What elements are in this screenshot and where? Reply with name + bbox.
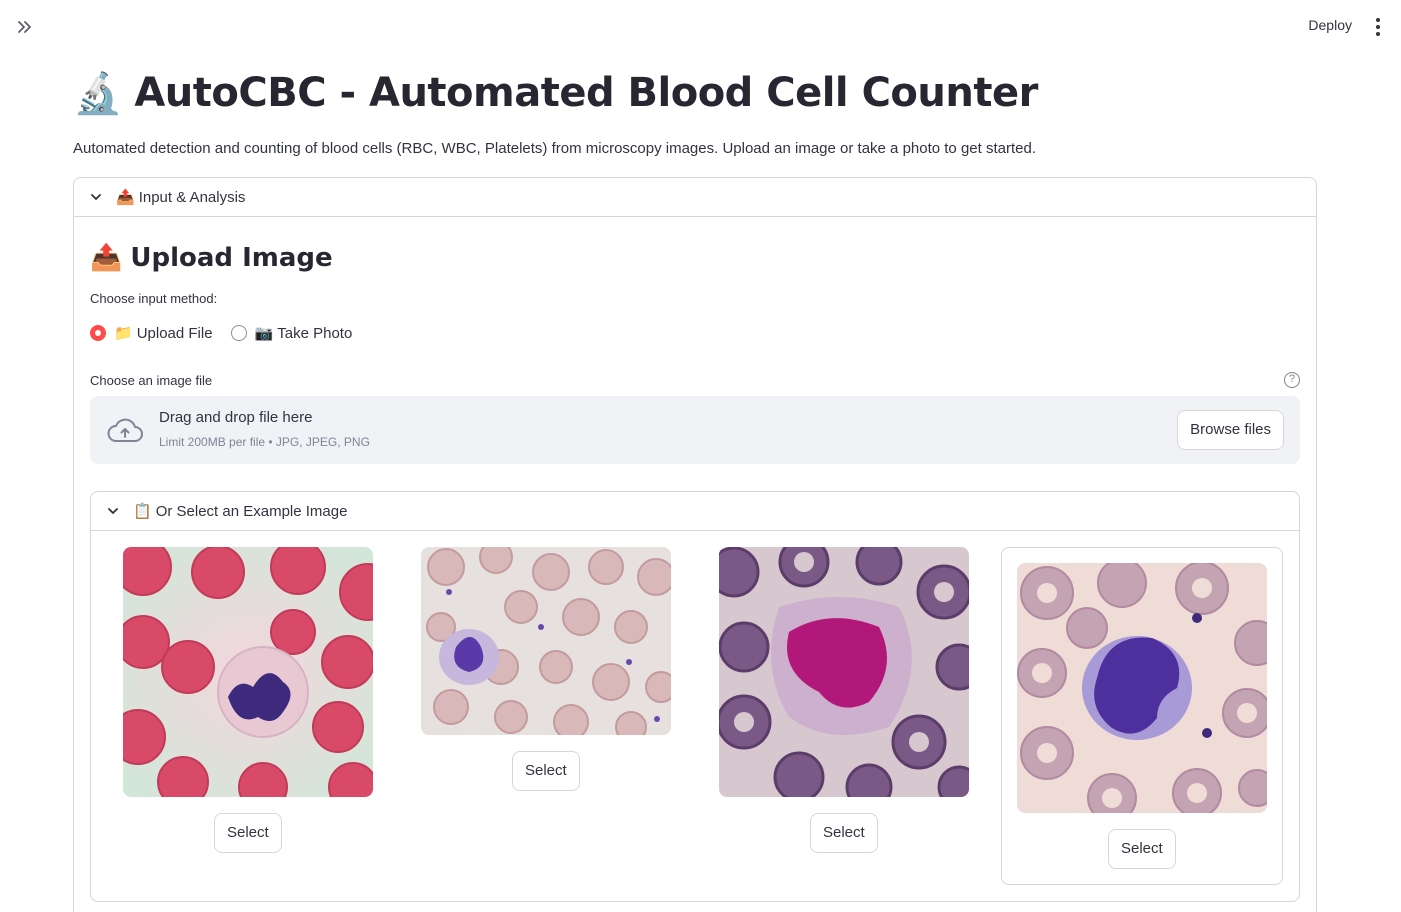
dropzone-title: Drag and drop file here xyxy=(159,409,313,426)
radio-checked-icon[interactable] xyxy=(90,325,106,341)
example-image-1 xyxy=(123,547,373,797)
select-example-4-button[interactable]: Select xyxy=(1108,829,1176,869)
radio-label: Take Photo xyxy=(277,324,353,342)
expander-label: Input & Analysis xyxy=(138,188,246,206)
example-image-4 xyxy=(1017,563,1267,813)
file-uploader-label-row: Choose an image file ? xyxy=(90,372,1300,388)
upload-heading: 📤 Upload Image xyxy=(90,243,1300,273)
folder-icon: 📁 xyxy=(114,325,133,342)
chevron-down-icon xyxy=(108,508,118,514)
examples-label: Or Select an Example Image xyxy=(155,502,348,520)
input-analysis-expander: 📤 Input & Analysis 📤 Upload Image Choose… xyxy=(73,177,1317,912)
select-example-1-button[interactable]: Select xyxy=(214,813,282,853)
microscope-icon: 🔬 xyxy=(73,70,123,117)
page-title: 🔬 AutoCBC - Automated Blood Cell Counter xyxy=(73,62,1317,124)
page-description: Automated detection and counting of bloo… xyxy=(73,140,1036,157)
upload-heading-text: Upload Image xyxy=(130,243,333,273)
browse-files-button[interactable]: Browse files xyxy=(1177,410,1284,450)
camera-icon: 📷 xyxy=(254,325,274,342)
select-example-2-button[interactable]: Select xyxy=(512,751,580,791)
input-method-radio-group: 📁 Upload File 📷 Take Photo xyxy=(90,324,1300,342)
dropzone-limit: Limit 200MB per file • JPG, JPEG, PNG xyxy=(159,435,370,449)
deploy-button[interactable]: Deploy xyxy=(1308,17,1352,33)
radio-label: Upload File xyxy=(136,324,213,342)
main-content: 🔬 AutoCBC - Automated Blood Cell Counter… xyxy=(73,62,1317,157)
help-icon[interactable]: ? xyxy=(1284,372,1300,388)
main-menu-icon[interactable] xyxy=(1372,16,1384,38)
input-analysis-expander-header[interactable]: 📤 Input & Analysis xyxy=(74,178,1316,217)
radio-take-photo[interactable]: 📷 Take Photo xyxy=(230,324,353,342)
file-dropzone[interactable]: Drag and drop file here Limit 200MB per … xyxy=(90,396,1300,464)
example-images-expander: 📋 Or Select an Example Image Select Sele… xyxy=(90,491,1300,902)
page-title-text: AutoCBC - Automated Blood Cell Counter xyxy=(134,70,1038,116)
cloud-upload-icon xyxy=(107,418,143,442)
file-uploader-label: Choose an image file xyxy=(90,372,213,388)
example-images-expander-header[interactable]: 📋 Or Select an Example Image xyxy=(91,492,1299,531)
example-image-3 xyxy=(719,547,969,797)
radio-upload-file[interactable]: 📁 Upload File xyxy=(90,324,213,342)
example-image-2 xyxy=(421,547,671,735)
outbox-icon: 📤 xyxy=(116,189,135,206)
select-example-3-button[interactable]: Select xyxy=(810,813,878,853)
clipboard-icon: 📋 xyxy=(133,503,152,520)
top-bar: Deploy xyxy=(0,0,1401,56)
input-method-label: Choose input method: xyxy=(90,291,218,306)
outbox-icon: 📤 xyxy=(90,243,123,273)
radio-unchecked-icon[interactable] xyxy=(230,325,247,341)
chevron-down-icon xyxy=(91,194,101,200)
expand-sidebar-icon[interactable] xyxy=(14,16,36,38)
